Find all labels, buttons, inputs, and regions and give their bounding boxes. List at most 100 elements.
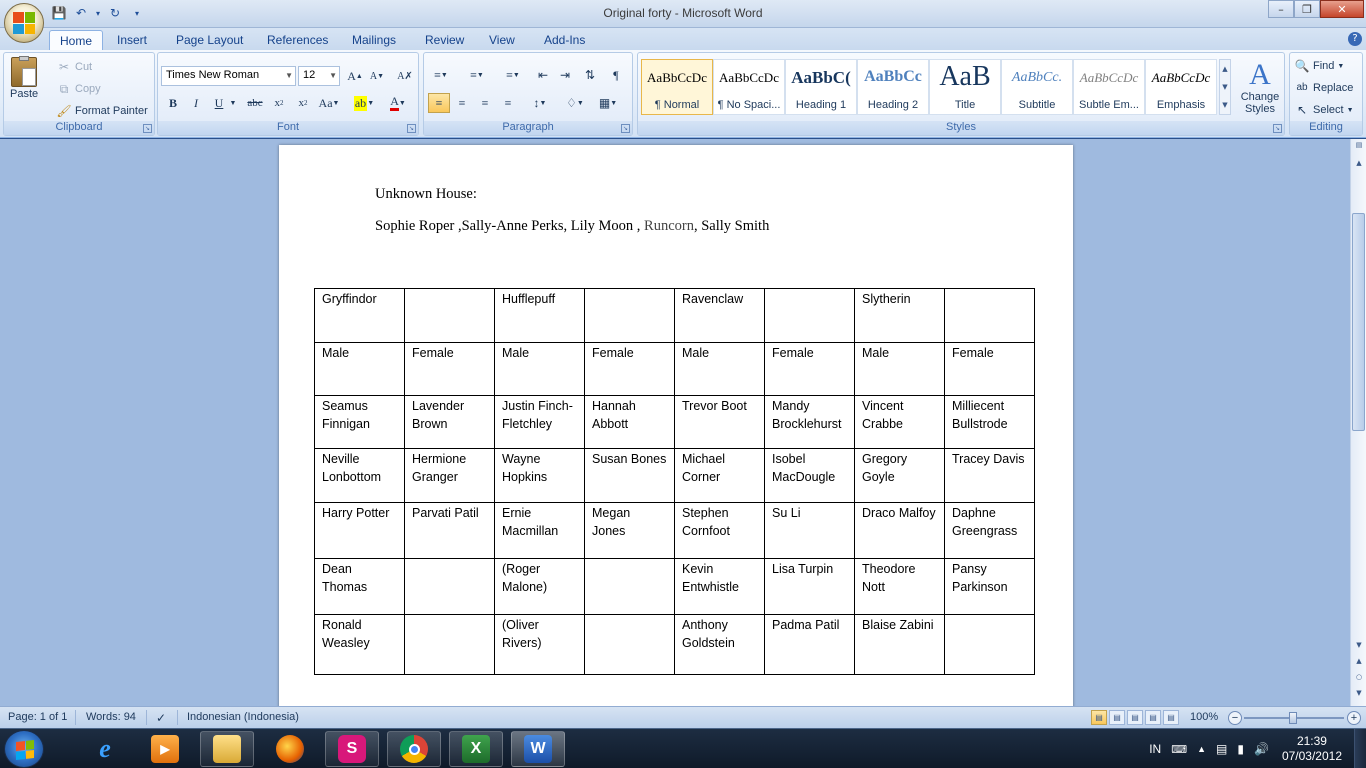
ruler-toggle-icon[interactable]: ▤ (1353, 141, 1365, 153)
multilevel-list-icon[interactable]: ≡ ▼ (500, 65, 526, 85)
taskbar-excel[interactable]: X (449, 731, 503, 767)
shrink-font-icon[interactable]: A ▼ (366, 66, 388, 86)
print-layout-icon[interactable]: ▤ (1091, 710, 1107, 725)
shading-icon[interactable]: ♢ ▼ (561, 93, 589, 113)
tab-view[interactable]: View (479, 30, 525, 50)
table-cell[interactable]: Padma Patil (764, 614, 855, 675)
table-cell[interactable]: Hannah Abbott (584, 395, 675, 449)
help-icon[interactable]: ? (1348, 32, 1362, 46)
style-subtitle[interactable]: AaBbCc. Subtitle (1001, 59, 1073, 115)
scroll-up-icon[interactable]: ▲ (1353, 159, 1365, 171)
table-cell[interactable]: Lisa Turpin (764, 558, 855, 615)
font-size-combo[interactable]: 12 ▼ (298, 66, 340, 86)
keyboard-icon[interactable]: ⌨ (1171, 743, 1187, 756)
line-spacing-icon[interactable]: ↕ ▼ (526, 93, 554, 113)
taskbar-word[interactable]: W (511, 731, 565, 767)
table-cell[interactable]: Wayne Hopkins (494, 448, 585, 503)
format-painter-button[interactable]: 🖌 Format Painter (56, 103, 147, 119)
underline-dropdown-icon[interactable]: ▼ (228, 93, 238, 113)
tab-home[interactable]: Home (49, 30, 104, 50)
table-cell[interactable]: Slytherin (854, 288, 945, 343)
table-cell[interactable]: Female (944, 342, 1035, 396)
table-cell[interactable]: Ravenclaw (674, 288, 765, 343)
font-name-combo[interactable]: Times New Roman ▼ (161, 66, 296, 86)
table-cell[interactable]: Tracey Davis (944, 448, 1035, 503)
style-no-spacing[interactable]: AaBbCcDc ¶ No Spaci... (713, 59, 785, 115)
table-cell[interactable]: Daphne Greengrass (944, 502, 1035, 559)
table-cell[interactable]: Dean Thomas (314, 558, 405, 615)
minimize-button[interactable]: – (1268, 0, 1294, 18)
table-cell[interactable]: Male (674, 342, 765, 396)
clock[interactable]: 21:39 07/03/2012 (1282, 734, 1342, 764)
underline-icon[interactable]: U (208, 93, 230, 113)
increase-indent-icon[interactable]: ⇥ (554, 65, 576, 85)
clear-formatting-icon[interactable]: A✗ (394, 66, 416, 86)
show-hidden-icons-icon[interactable]: ▲ (1197, 744, 1206, 754)
battery-icon[interactable]: ▮ (1237, 742, 1244, 756)
show-desktop-button[interactable] (1354, 729, 1366, 768)
taskbar-chrome[interactable] (387, 731, 441, 767)
tab-references[interactable]: References (257, 30, 338, 50)
language-indicator[interactable]: Indonesian (Indonesia) (187, 711, 299, 723)
scrollbar-thumb[interactable] (1352, 213, 1365, 431)
table-cell[interactable]: Justin Finch-Fletchley (494, 395, 585, 449)
table-cell[interactable]: Pansy Parkinson (944, 558, 1035, 615)
document-area[interactable]: Unknown House: Sophie Roper ,Sally-Anne … (0, 139, 1350, 706)
taskbar-media-player[interactable]: ▶ (138, 731, 192, 767)
taskbar-firefox[interactable] (263, 731, 317, 767)
office-button[interactable] (4, 3, 44, 43)
change-case-icon[interactable]: Aa ▼ (316, 93, 342, 113)
word-count[interactable]: Words: 94 (86, 711, 136, 723)
copy-button[interactable]: ⧉ Copy (56, 81, 101, 97)
table-cell[interactable]: Isobel MacDougle (764, 448, 855, 503)
change-styles-button[interactable]: A Change Styles (1238, 59, 1282, 116)
close-button[interactable]: ✕ (1320, 0, 1364, 18)
zoom-in-icon[interactable]: + (1347, 711, 1361, 725)
taskbar-app[interactable]: S (325, 731, 379, 767)
draft-icon[interactable]: ▤ (1163, 710, 1179, 725)
tab-review[interactable]: Review (415, 30, 474, 50)
table-cell[interactable]: Hermione Granger (404, 448, 495, 503)
replace-button[interactable]: ab Replace (1294, 80, 1353, 96)
language-bar[interactable]: IN (1149, 742, 1161, 756)
styles-launcher-icon[interactable]: ↘ (1273, 124, 1282, 133)
find-button[interactable]: 🔍 Find ▼ (1294, 58, 1345, 74)
outline-icon[interactable]: ▤ (1145, 710, 1161, 725)
table-cell[interactable] (584, 558, 675, 615)
table-cell[interactable]: Theodore Nott (854, 558, 945, 615)
table-cell[interactable]: Hufflepuff (494, 288, 585, 343)
paragraph-launcher-icon[interactable]: ↘ (621, 124, 630, 133)
taskbar-ie[interactable]: e (78, 731, 132, 767)
align-left-icon[interactable]: ≡ (428, 93, 450, 113)
next-page-icon[interactable]: ▼ (1353, 689, 1365, 701)
scroll-down-icon[interactable]: ▼ (1353, 641, 1365, 653)
table-cell[interactable]: Draco Malfoy (854, 502, 945, 559)
borders-icon[interactable]: ▦ ▼ (594, 93, 622, 113)
grow-font-icon[interactable]: A ▲ (344, 66, 366, 86)
table-cell[interactable]: Milliecent Bullstrode (944, 395, 1035, 449)
clipboard-launcher-icon[interactable]: ↘ (143, 124, 152, 133)
table-cell[interactable]: (Roger Malone) (494, 558, 585, 615)
table-cell[interactable]: Harry Potter (314, 502, 405, 559)
sort-icon[interactable]: ⇅ (579, 65, 601, 85)
show-marks-icon[interactable]: ¶ (605, 65, 627, 85)
taskbar-explorer[interactable] (200, 731, 254, 767)
document-page[interactable]: Unknown House: Sophie Roper ,Sally-Anne … (279, 145, 1073, 706)
strikethrough-icon[interactable]: abc (244, 93, 266, 113)
table-cell[interactable]: Male (494, 342, 585, 396)
zoom-slider-knob[interactable] (1289, 712, 1297, 724)
table-cell[interactable]: Parvati Patil (404, 502, 495, 559)
table-cell[interactable]: Kevin Entwhistle (674, 558, 765, 615)
numbering-icon[interactable]: ≡ ▼ (464, 65, 490, 85)
justify-icon[interactable]: ≡ (497, 93, 519, 113)
table-cell[interactable] (764, 288, 855, 343)
table-cell[interactable]: Female (404, 342, 495, 396)
align-center-icon[interactable]: ≡ (451, 93, 473, 113)
volume-icon[interactable]: 🔊 (1254, 742, 1269, 756)
zoom-out-icon[interactable]: − (1228, 711, 1242, 725)
table-cell[interactable]: Mandy Brocklehurst (764, 395, 855, 449)
table-cell[interactable]: Gryffindor (314, 288, 405, 343)
zoom-level[interactable]: 100% (1190, 711, 1218, 723)
restore-button[interactable]: ❐ (1294, 0, 1320, 18)
table-cell[interactable]: Michael Corner (674, 448, 765, 503)
